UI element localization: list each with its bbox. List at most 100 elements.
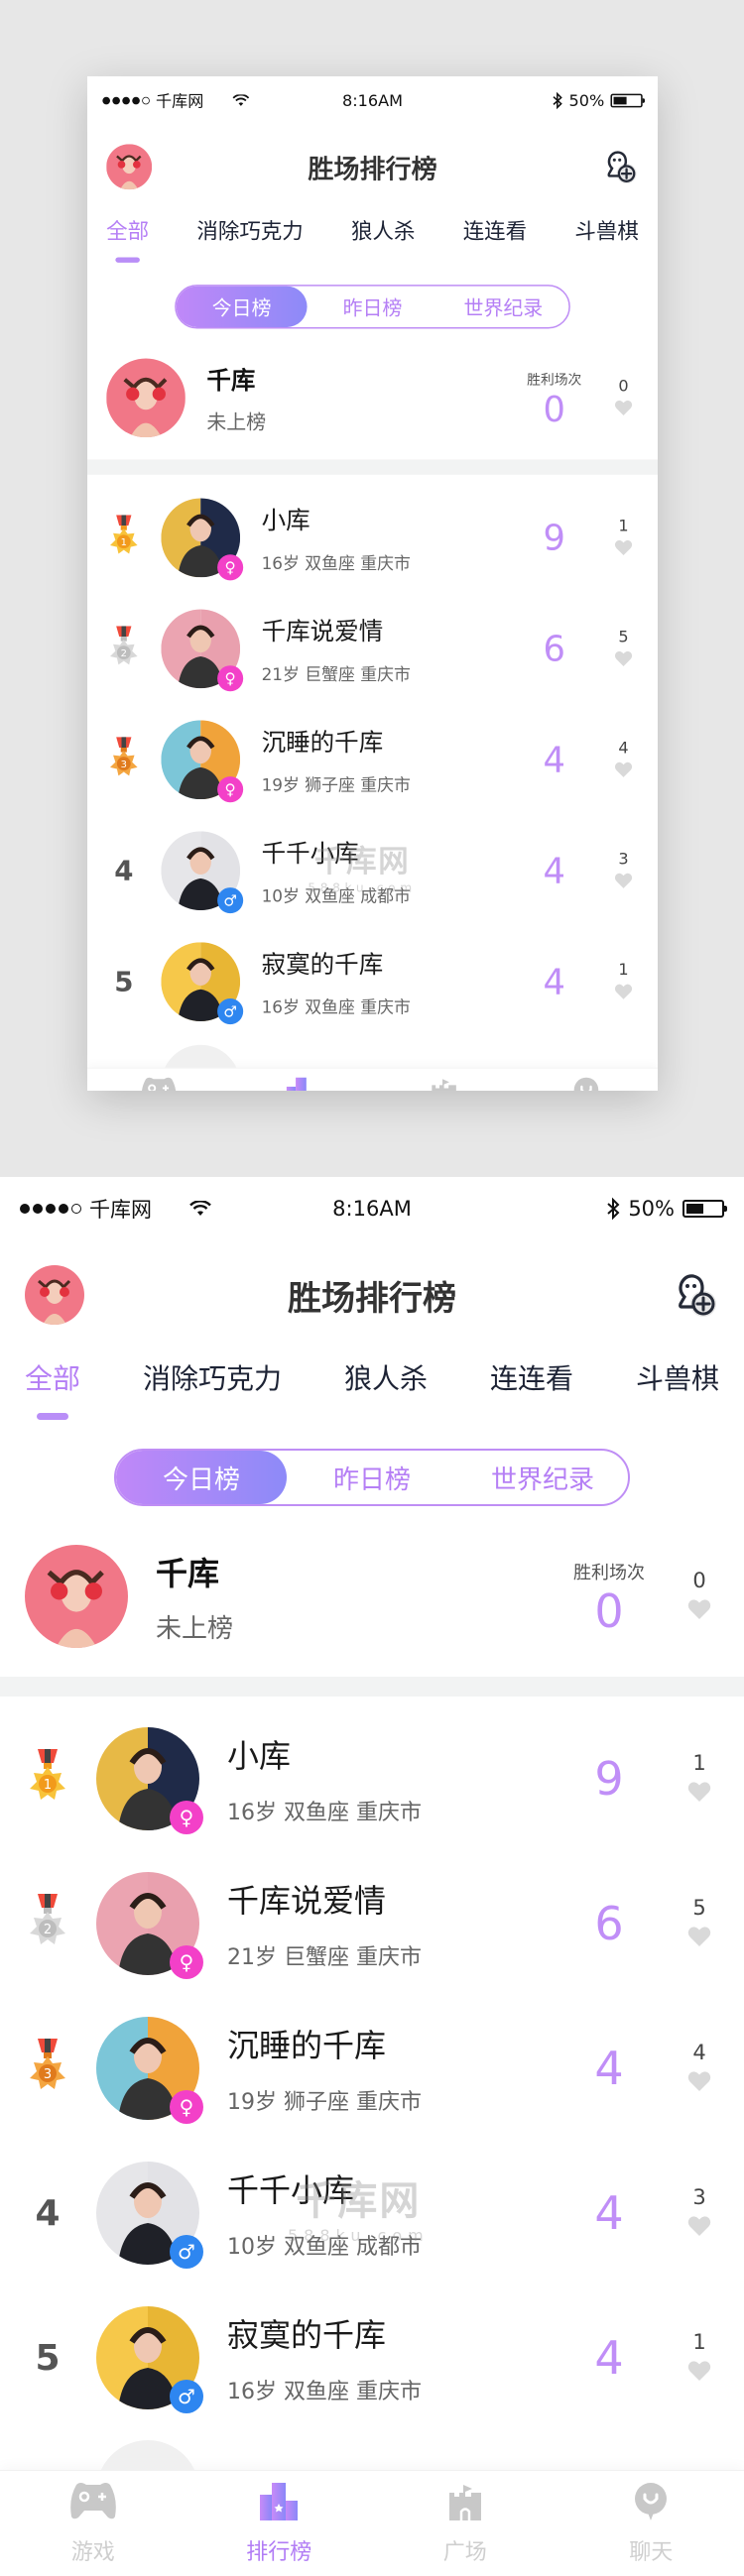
- period-tab[interactable]: 世界纪录: [437, 287, 568, 327]
- category-tab[interactable]: 全部: [106, 208, 149, 245]
- svg-text:2: 2: [44, 1923, 52, 1937]
- category-tab[interactable]: 连连看: [463, 208, 527, 245]
- player-avatar[interactable]: ♀: [161, 609, 244, 692]
- status-bar: 千库网 8:16AM 50%: [0, 1177, 744, 1240]
- heart-icon[interactable]: [687, 2215, 711, 2237]
- add-friend-icon[interactable]: [672, 1271, 719, 1319]
- period-tab[interactable]: 今日榜: [116, 1451, 287, 1504]
- player-likes[interactable]: 5: [680, 1896, 719, 1951]
- period-tab[interactable]: 今日榜: [176, 286, 308, 328]
- heart-icon[interactable]: [614, 984, 633, 1000]
- ranking-row[interactable]: 2 ♀ 千库说爱情 21岁 巨蟹座 重庆市 6 5: [87, 593, 658, 704]
- heart-icon[interactable]: [614, 539, 633, 556]
- nav-bar: 胜场排行榜: [0, 1240, 744, 1349]
- category-tab[interactable]: 消除巧克力: [196, 208, 303, 245]
- player-avatar[interactable]: ♀: [161, 720, 244, 803]
- player-avatar[interactable]: ♂: [96, 2306, 203, 2413]
- category-tab[interactable]: 狼人杀: [351, 208, 415, 245]
- chat-bubble-icon: [567, 1076, 605, 1091]
- my-ranking-row[interactable]: 千库 未上榜 胜利场次 0 0: [0, 1528, 744, 1677]
- heart-icon[interactable]: [687, 2070, 711, 2092]
- rank-badge: 5: [25, 2338, 70, 2379]
- male-gender-icon: ♂: [217, 887, 244, 914]
- player-likes[interactable]: 3: [608, 850, 639, 892]
- ranking-row[interactable]: 5 ♂ 寂寞的千库 16岁 双鱼座 重庆市 4 1: [0, 2285, 744, 2430]
- heart-icon[interactable]: [614, 761, 633, 778]
- heart-icon[interactable]: [614, 650, 633, 667]
- rank-badge: 4: [106, 855, 141, 885]
- user-avatar[interactable]: [25, 1265, 84, 1325]
- wifi-icon: [189, 1201, 211, 1216]
- heart-icon[interactable]: [614, 873, 633, 889]
- gamepad-icon: [68, 2481, 118, 2524]
- category-tab[interactable]: 狼人杀: [344, 1349, 428, 1397]
- ranking-row[interactable]: 5 ♂ 寂寞的千库 16岁 双鱼座 重庆市 4 1: [87, 926, 658, 1037]
- heart-icon[interactable]: [687, 1781, 711, 1803]
- my-ranking-row[interactable]: 千库 未上榜 胜利场次 0 0: [87, 345, 658, 459]
- next-row-peek: [87, 1037, 658, 1068]
- player-likes[interactable]: 3: [680, 2185, 719, 2241]
- ranking-row[interactable]: 4 ♂ 千千小库 10岁 双鱼座 成都市 4 3: [0, 2141, 744, 2285]
- category-tab[interactable]: 消除巧克力: [143, 1349, 282, 1397]
- tab-castle[interactable]: 广场: [406, 2481, 525, 2566]
- player-avatar[interactable]: ♂: [161, 831, 244, 914]
- ranking-row[interactable]: 3 ♀ 沉睡的千库 19岁 狮子座 重庆市 4 4: [0, 1996, 744, 2141]
- tab-chat-bubble[interactable]: 聊天: [591, 2481, 710, 2566]
- player-name: 千千小库: [261, 839, 359, 869]
- svg-text:1: 1: [44, 1778, 52, 1793]
- tab-chat-bubble[interactable]: 聊天: [541, 1076, 632, 1091]
- player-avatar[interactable]: ♂: [96, 2162, 203, 2269]
- ranking-row[interactable]: 1 ♀ 小库 16岁 双鱼座 重庆市 9 1: [87, 482, 658, 593]
- ranking-row[interactable]: 2 ♀ 千库说爱情 21岁 巨蟹座 重庆市 6 5: [0, 1851, 744, 1996]
- period-tab[interactable]: 世界纪录: [457, 1451, 628, 1504]
- player-avatar[interactable]: ♀: [96, 2017, 203, 2124]
- player-likes[interactable]: 1: [608, 961, 639, 1003]
- player-likes[interactable]: 4: [608, 739, 639, 781]
- my-likes[interactable]: 0: [608, 377, 639, 419]
- user-avatar[interactable]: [106, 144, 153, 190]
- tab-ranking[interactable]: 排行榜: [219, 2481, 338, 2566]
- player-name: 沉睡的千库: [227, 2027, 387, 2064]
- player-likes[interactable]: 4: [680, 2041, 719, 2096]
- category-tab[interactable]: 斗兽棋: [574, 208, 638, 245]
- signal-dot: [132, 96, 140, 105]
- tab-ranking[interactable]: 排行榜: [256, 1076, 347, 1091]
- signal-dot: [46, 1204, 56, 1214]
- tab-castle[interactable]: 广场: [398, 1076, 489, 1091]
- player-avatar[interactable]: ♀: [96, 1872, 203, 1979]
- player-likes[interactable]: 1: [608, 517, 639, 559]
- category-tab[interactable]: 连连看: [490, 1349, 573, 1397]
- my-avatar[interactable]: [106, 358, 186, 438]
- player-wins: 4: [543, 739, 565, 780]
- add-friend-icon[interactable]: [602, 149, 639, 185]
- heart-icon[interactable]: [687, 1926, 711, 1947]
- player-avatar[interactable]: ♀: [161, 498, 244, 581]
- female-gender-icon: ♀: [170, 1945, 203, 1979]
- period-tab[interactable]: 昨日榜: [308, 287, 438, 327]
- player-avatar[interactable]: ♂: [161, 942, 244, 1025]
- page-title: 胜场排行榜: [288, 1278, 456, 1319]
- player-wins: 6: [543, 628, 565, 670]
- rank-badge: 1: [25, 1749, 70, 1809]
- like-count: 3: [618, 849, 629, 869]
- my-likes[interactable]: 0: [680, 1569, 719, 1624]
- ranking-row[interactable]: 1 ♀ 小库 16岁 双鱼座 重庆市 9 1: [0, 1706, 744, 1851]
- my-avatar[interactable]: [25, 1545, 128, 1648]
- player-likes[interactable]: 5: [608, 628, 639, 670]
- category-tab[interactable]: 全部: [25, 1349, 80, 1397]
- my-name: 千库: [206, 365, 256, 395]
- heart-icon[interactable]: [614, 400, 633, 416]
- period-tab[interactable]: 昨日榜: [287, 1451, 457, 1504]
- heart-icon[interactable]: [687, 1598, 711, 1620]
- player-likes[interactable]: 1: [680, 1751, 719, 1807]
- ranking-row[interactable]: 4 ♂ 千千小库 10岁 双鱼座 成都市 4 3: [87, 815, 658, 926]
- silver-medal-icon: 2: [30, 1894, 65, 1944]
- carrier-name: 千库网: [156, 92, 204, 111]
- tab-gamepad[interactable]: 游戏: [113, 1076, 204, 1091]
- player-avatar[interactable]: ♀: [96, 1727, 203, 1834]
- category-tab[interactable]: 斗兽棋: [636, 1349, 719, 1397]
- player-likes[interactable]: 1: [680, 2330, 719, 2386]
- heart-icon[interactable]: [687, 2360, 711, 2382]
- tab-gamepad[interactable]: 游戏: [34, 2481, 153, 2566]
- ranking-row[interactable]: 3 ♀ 沉睡的千库 19岁 狮子座 重庆市 4 4: [87, 704, 658, 815]
